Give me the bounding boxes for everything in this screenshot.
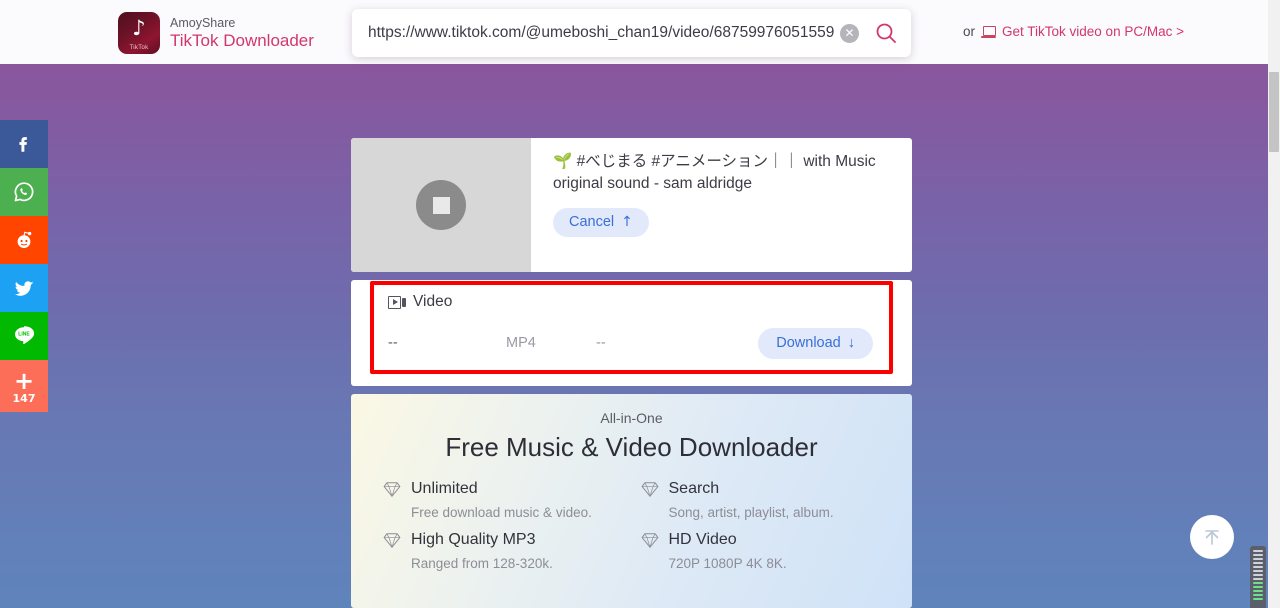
arrow-up-icon [1205, 530, 1219, 545]
search-icon[interactable] [873, 20, 899, 46]
download-section-label: Video [413, 293, 453, 310]
music-note-glyph: ♪ [132, 16, 146, 40]
logo-caption: TikTok [129, 45, 149, 51]
features-card: All-in-One Free Music & Video Downloader… [351, 394, 912, 608]
gem-icon [383, 482, 401, 498]
feature-high-quality-mp3: High Quality MP3 Ranged from 128-320k. [383, 531, 623, 571]
features-eyebrow: All-in-One [600, 410, 663, 426]
brand[interactable]: ♪ TikTok AmoyShare TikTok Downloader [118, 12, 314, 54]
back-to-top-button[interactable] [1190, 515, 1234, 559]
feature-desc: 720P 1080P 4K 8K. [668, 556, 787, 571]
cancel-button[interactable]: Cancel ↑ [553, 208, 649, 237]
feature-name: High Quality MP3 [411, 531, 536, 548]
scrollbar-thumb[interactable] [1269, 72, 1279, 152]
share-more-button[interactable]: + 147 [0, 360, 48, 412]
feature-name: Search [668, 480, 720, 497]
gem-icon [383, 533, 401, 549]
share-line-button[interactable]: LINE [0, 312, 48, 360]
download-icon: ↓ [847, 335, 855, 351]
brand-subtitle: AmoyShare [170, 15, 236, 30]
feature-unlimited: Unlimited Free download music & video. [383, 480, 623, 520]
feature-hd-video: HD Video 720P 1080P 4K 8K. [641, 531, 881, 571]
feature-search: Search Song, artist, playlist, album. [641, 480, 881, 520]
download-card: Video -- MP4 -- Download ↓ [351, 280, 912, 386]
plus-icon: + [13, 367, 35, 395]
share-facebook-button[interactable] [0, 120, 48, 168]
search-input[interactable] [368, 24, 834, 42]
search-bar[interactable]: ✕ [352, 9, 911, 57]
file-size-value: -- [388, 335, 398, 352]
feature-desc: Free download music & video. [411, 505, 592, 520]
svg-text:LINE: LINE [18, 331, 30, 337]
cancel-upload-icon: ↑ [621, 214, 633, 231]
table-row: -- MP4 -- Download ↓ [388, 328, 873, 359]
scrollbar-track[interactable] [1268, 0, 1280, 608]
feature-desc: Song, artist, playlist, album. [668, 505, 834, 520]
top-header: ♪ TikTok AmoyShare TikTok Downloader ✕ o… [0, 0, 1268, 64]
feature-desc: Ranged from 128-320k. [411, 556, 553, 571]
social-share-rail: LINE + 147 [0, 120, 48, 412]
download-section-header: Video [388, 293, 873, 311]
get-on-pc-mac[interactable]: or Get TikTok video on PC/Mac > [963, 24, 1184, 39]
corner-status-widget[interactable] [1250, 546, 1266, 608]
laptop-icon [981, 25, 997, 38]
features-title: Free Music & Video Downloader [445, 432, 818, 462]
file-format-value: MP4 [506, 335, 536, 352]
tiktok-logo-icon: ♪ TikTok [118, 12, 160, 54]
share-count: 147 [12, 392, 36, 405]
loading-stop-icon [416, 180, 466, 230]
share-reddit-button[interactable] [0, 216, 48, 264]
gem-icon [641, 482, 658, 498]
download-button[interactable]: Download ↓ [758, 328, 873, 359]
video-info-card: 🌱 #べじまる #アニメーション｜｜ with Music original s… [351, 138, 912, 272]
cancel-button-label: Cancel [569, 214, 615, 230]
video-title: 🌱 #べじまる #アニメーション｜｜ with Music original s… [553, 153, 876, 192]
pcmac-link[interactable]: Get TikTok video on PC/Mac > [1002, 24, 1184, 39]
pcmac-prefix: or [963, 24, 976, 39]
share-twitter-button[interactable] [0, 264, 48, 312]
file-duration-value: -- [596, 335, 606, 352]
feature-name: HD Video [668, 531, 737, 548]
video-camera-icon [388, 295, 406, 309]
brand-title: TikTok Downloader [170, 30, 314, 50]
download-button-label: Download [776, 335, 841, 351]
clear-icon[interactable]: ✕ [840, 23, 859, 43]
feature-name: Unlimited [411, 480, 478, 497]
gem-icon [641, 533, 658, 549]
video-thumbnail [351, 138, 531, 272]
share-whatsapp-button[interactable] [0, 168, 48, 216]
